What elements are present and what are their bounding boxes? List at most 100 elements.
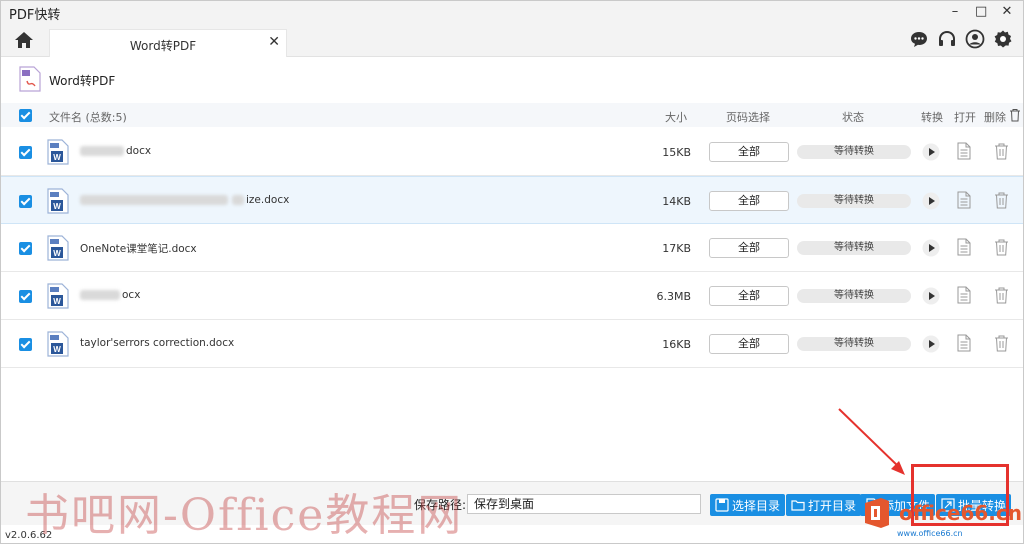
word-file-icon: W — [47, 188, 69, 214]
page-select-button[interactable]: 全部 — [709, 191, 789, 211]
row-checkbox[interactable] — [19, 338, 32, 351]
page-select-button[interactable]: 全部 — [709, 286, 789, 306]
play-icon[interactable] — [922, 335, 940, 353]
row-checkbox[interactable] — [19, 195, 32, 208]
open-file-icon[interactable] — [957, 191, 971, 209]
brand-watermark: office66.cn — [859, 495, 1022, 531]
minimize-button[interactable]: – — [949, 3, 961, 21]
select-all-checkbox[interactable] — [19, 109, 32, 122]
table-row[interactable]: W ize.docx 14KB 全部 等待转换 — [1, 176, 1023, 224]
file-name: ize.docx — [80, 194, 289, 206]
home-icon[interactable] — [13, 29, 35, 51]
file-name-text: docx — [126, 145, 152, 157]
page-select-button[interactable]: 全部 — [709, 142, 789, 162]
word-file-icon: W — [47, 331, 69, 357]
play-icon[interactable] — [922, 287, 940, 305]
file-name-text: ize.docx — [246, 194, 290, 206]
svg-text:W: W — [53, 202, 61, 211]
file-size: 17KB — [662, 242, 691, 255]
status-badge: 等待转换 — [797, 145, 911, 159]
tab-word-to-pdf[interactable]: Word转PDF ✕ — [49, 29, 287, 57]
status-badge: 等待转换 — [797, 241, 911, 255]
delete-icon[interactable] — [994, 286, 1009, 304]
row-checkbox[interactable] — [19, 242, 32, 255]
header-filename: 文件名 (总数:5) — [49, 111, 127, 124]
header-delete: 删除 — [984, 111, 1006, 124]
header-convert: 转换 — [921, 111, 943, 124]
window-controls: – □ ✕ — [949, 3, 1013, 21]
row-checkbox[interactable] — [19, 290, 32, 303]
header-status: 状态 — [842, 111, 864, 124]
delete-all-icon[interactable] — [1009, 108, 1021, 122]
app-title: PDF快转 — [9, 8, 61, 23]
word-file-icon: W — [47, 283, 69, 309]
file-name: ocx — [80, 289, 140, 301]
table-row[interactable]: W ocx 6.3MB 全部 等待转换 — [1, 272, 1023, 320]
title-bar: PDF快转 – □ ✕ — [1, 1, 1023, 23]
svg-text:W: W — [53, 153, 61, 162]
delete-icon[interactable] — [994, 142, 1009, 160]
tab-bar: Word转PDF ✕ — [1, 23, 1023, 57]
file-name: docx — [80, 145, 151, 157]
row-checkbox[interactable] — [19, 146, 32, 159]
file-name: taylor'serrors correction.docx — [80, 337, 235, 349]
play-icon[interactable] — [922, 239, 940, 257]
maximize-button[interactable]: □ — [975, 3, 987, 21]
delete-icon[interactable] — [994, 238, 1009, 256]
gear-icon[interactable] — [993, 29, 1013, 49]
file-size: 15KB — [662, 146, 691, 159]
open-directory-label: 打开目录 — [808, 498, 857, 513]
open-file-icon[interactable] — [957, 334, 971, 352]
delete-icon[interactable] — [994, 191, 1009, 209]
table-header: 文件名 (总数:5) 大小 页码选择 状态 转换 打开 删除 — [1, 103, 1023, 127]
open-file-icon[interactable] — [957, 286, 971, 304]
watermark-text: 书吧网-Office教程网 — [25, 490, 464, 541]
tab-label: Word转PDF — [129, 39, 197, 53]
page-title: Word转PDF — [49, 74, 116, 88]
page-select-button[interactable]: 全部 — [709, 334, 789, 354]
open-file-icon[interactable] — [957, 142, 971, 160]
play-icon[interactable] — [922, 192, 940, 210]
play-icon[interactable] — [922, 143, 940, 161]
open-file-icon[interactable] — [957, 238, 971, 256]
tab-close-icon[interactable]: ✕ — [268, 34, 280, 50]
table-row[interactable]: W taylor'serrors correction.docx 16KB 全部… — [1, 320, 1023, 368]
top-right-icons — [909, 29, 1013, 49]
choose-directory-label: 选择目录 — [732, 498, 781, 513]
delete-icon[interactable] — [994, 334, 1009, 352]
word-to-pdf-icon — [19, 66, 41, 92]
save-path-input[interactable]: 保存到桌面 — [467, 494, 701, 514]
app-window: PDF快转 – □ ✕ Word转PDF ✕ Word转PDF 文件名 (总数:… — [0, 0, 1024, 544]
office-logo-icon — [865, 498, 889, 528]
annotation-arrow — [838, 408, 905, 475]
word-file-icon: W — [47, 139, 69, 165]
headset-icon[interactable] — [937, 29, 957, 49]
svg-text:W: W — [53, 345, 61, 354]
close-window-button[interactable]: ✕ — [1001, 3, 1013, 21]
save-disk-icon — [715, 498, 729, 512]
table-row[interactable]: W OneNote课堂笔记.docx 17KB 全部 等待转换 — [1, 224, 1023, 272]
brand-url: www.office66.cn — [897, 529, 963, 538]
status-badge: 等待转换 — [797, 194, 911, 208]
user-icon[interactable] — [965, 29, 985, 49]
word-file-icon: W — [47, 235, 69, 261]
page-select-button[interactable]: 全部 — [709, 238, 789, 258]
choose-directory-button[interactable]: 选择目录 — [710, 494, 786, 516]
svg-text:W: W — [53, 297, 61, 306]
file-size: 14KB — [662, 195, 691, 208]
chat-icon[interactable] — [909, 29, 929, 49]
file-size: 6.3MB — [656, 290, 691, 303]
header-size: 大小 — [665, 111, 687, 124]
table-row[interactable]: W docx 15KB 全部 等待转换 — [1, 128, 1023, 176]
folder-icon — [791, 500, 805, 511]
brand-text: office66.cn — [899, 501, 1022, 525]
status-badge: 等待转换 — [797, 337, 911, 351]
file-size: 16KB — [662, 338, 691, 351]
svg-text:W: W — [53, 249, 61, 258]
header-page-select: 页码选择 — [726, 111, 770, 124]
file-name-text: ocx — [122, 289, 141, 301]
page-header: Word转PDF — [1, 58, 1023, 103]
status-badge: 等待转换 — [797, 289, 911, 303]
open-directory-button[interactable]: 打开目录 — [786, 494, 862, 516]
header-open: 打开 — [954, 111, 976, 124]
